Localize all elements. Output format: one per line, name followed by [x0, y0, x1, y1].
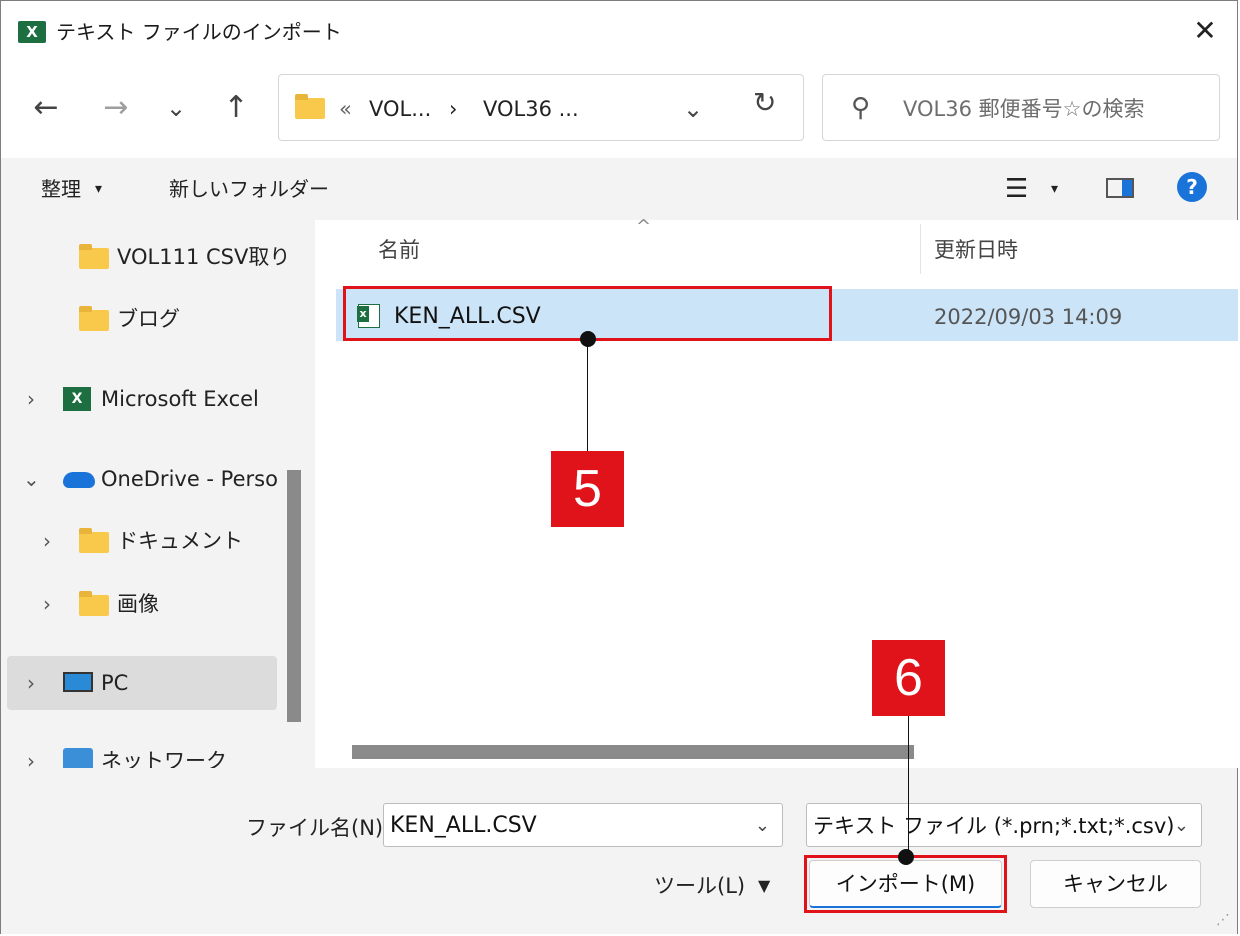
- horizontal-scrollbar[interactable]: [352, 745, 914, 759]
- tools-dropdown-icon[interactable]: ▼: [758, 872, 770, 900]
- sidebar-item-onedrive[interactable]: ⌄ OneDrive - Perso: [1, 452, 278, 506]
- chevron-right-icon[interactable]: ›: [27, 385, 35, 413]
- callout-line: [587, 339, 588, 451]
- filename-field[interactable]: KEN_ALL.CSV ⌄: [383, 803, 783, 847]
- step-5-badge: 5: [551, 451, 624, 527]
- organize-button[interactable]: 整理: [41, 175, 81, 203]
- sidebar-item-label: Microsoft Excel: [101, 387, 259, 411]
- sidebar-item-label: ブログ: [117, 307, 180, 331]
- sidebar-item-microsoft-excel[interactable]: › X Microsoft Excel: [1, 372, 277, 426]
- folder-icon: [79, 591, 109, 616]
- chevron-down-icon[interactable]: ⌄: [23, 465, 40, 493]
- back-icon[interactable]: ←: [26, 88, 66, 128]
- sidebar-item-blog[interactable]: ブログ: [1, 292, 277, 346]
- excel-app-icon: X: [18, 21, 50, 43]
- chevron-down-icon[interactable]: ⌄: [755, 812, 770, 840]
- breadcrumb-overflow[interactable]: «: [339, 95, 352, 123]
- folder-icon: [79, 528, 109, 553]
- sidebar-item-label: ネットワーク: [101, 749, 227, 768]
- callout-dot: [898, 849, 914, 865]
- sort-ascending-icon: ^: [636, 216, 652, 237]
- bottom-panel: [1, 768, 1237, 934]
- search-box[interactable]: ⚲ VOL36 郵便番号☆の検索: [822, 74, 1220, 141]
- help-icon[interactable]: ?: [1177, 172, 1207, 202]
- chevron-right-icon[interactable]: ›: [43, 590, 51, 618]
- navigation-pane: VOL111 CSV取り ブログ › X Microsoft Excel ⌄ O…: [1, 220, 315, 768]
- column-header-modified[interactable]: 更新日時: [934, 236, 1018, 264]
- excel-icon: X: [63, 387, 91, 411]
- breadcrumb-separator[interactable]: ›: [449, 95, 457, 123]
- filename-label: ファイル名(N):: [246, 816, 391, 840]
- sidebar-item-label: 画像: [117, 592, 159, 616]
- callout-line: [908, 716, 909, 858]
- sidebar-item-pc[interactable]: › PC: [7, 656, 277, 710]
- sidebar-scrollbar[interactable]: [287, 470, 301, 722]
- close-icon[interactable]: ✕: [1188, 14, 1222, 48]
- breadcrumb-item[interactable]: VOL36 ...: [483, 95, 579, 123]
- tools-button[interactable]: ツール(L): [654, 872, 745, 900]
- address-bar[interactable]: « VOL... › VOL36 ... ⌄ ↻: [278, 74, 804, 141]
- sidebar-item-label: ドキュメント: [117, 529, 243, 553]
- column-header-name[interactable]: 名前: [378, 236, 420, 264]
- chevron-right-icon[interactable]: ›: [43, 527, 51, 555]
- step-6-badge: 6: [872, 640, 945, 716]
- search-input[interactable]: VOL36 郵便番号☆の検索: [903, 95, 1144, 123]
- sidebar-item-pictures[interactable]: › 画像: [1, 577, 277, 631]
- organize-dropdown-icon[interactable]: ▾: [95, 175, 102, 203]
- search-icon: ⚲: [851, 93, 871, 123]
- forward-icon[interactable]: →: [96, 88, 136, 128]
- column-divider[interactable]: [920, 224, 921, 274]
- sidebar-item-vol111[interactable]: VOL111 CSV取り: [1, 230, 290, 284]
- folder-icon: [295, 94, 325, 119]
- recent-locations-icon[interactable]: ⌄: [156, 88, 196, 128]
- network-icon: [63, 748, 93, 768]
- breadcrumb-item[interactable]: VOL...: [369, 95, 431, 123]
- resize-grip-icon[interactable]: ⋰: [1216, 912, 1230, 928]
- sidebar-item-label: PC: [101, 671, 129, 695]
- onedrive-icon: [63, 472, 95, 488]
- cancel-button[interactable]: キャンセル: [1030, 860, 1201, 908]
- address-dropdown-icon[interactable]: ⌄: [683, 95, 703, 123]
- new-folder-button[interactable]: 新しいフォルダー: [169, 175, 329, 203]
- window-title: テキスト ファイルのインポート: [56, 20, 342, 44]
- sidebar-item-label: OneDrive - Perso: [101, 467, 278, 491]
- file-modified-date: 2022/09/03 14:09: [934, 305, 1123, 329]
- filetype-value: テキスト ファイル (*.prn;*.txt;*.csv): [813, 814, 1175, 838]
- refresh-icon[interactable]: ↻: [753, 89, 776, 117]
- chevron-right-icon[interactable]: ›: [27, 747, 35, 768]
- folder-icon: [79, 244, 109, 269]
- view-options-icon[interactable]: ☰: [1005, 175, 1028, 203]
- sidebar-item-network[interactable]: › ネットワーク: [1, 734, 277, 768]
- pc-icon: [63, 672, 93, 692]
- folder-icon: [79, 306, 109, 331]
- callout-dot: [580, 331, 596, 347]
- filetype-select[interactable]: テキスト ファイル (*.prn;*.txt;*.csv) ⌄: [806, 803, 1202, 847]
- preview-pane-icon[interactable]: [1106, 178, 1134, 198]
- chevron-right-icon[interactable]: ›: [27, 669, 35, 697]
- up-folder-icon[interactable]: ↑: [216, 88, 256, 128]
- sidebar-item-label: VOL111 CSV取り: [117, 245, 291, 269]
- sidebar-item-documents[interactable]: › ドキュメント: [1, 514, 277, 568]
- filename-input[interactable]: KEN_ALL.CSV: [390, 812, 537, 840]
- view-dropdown-icon[interactable]: ▾: [1051, 175, 1058, 203]
- chevron-down-icon[interactable]: ⌄: [1174, 812, 1189, 840]
- command-bar: 整理 ▾ 新しいフォルダー ☰ ▾ ?: [1, 158, 1237, 220]
